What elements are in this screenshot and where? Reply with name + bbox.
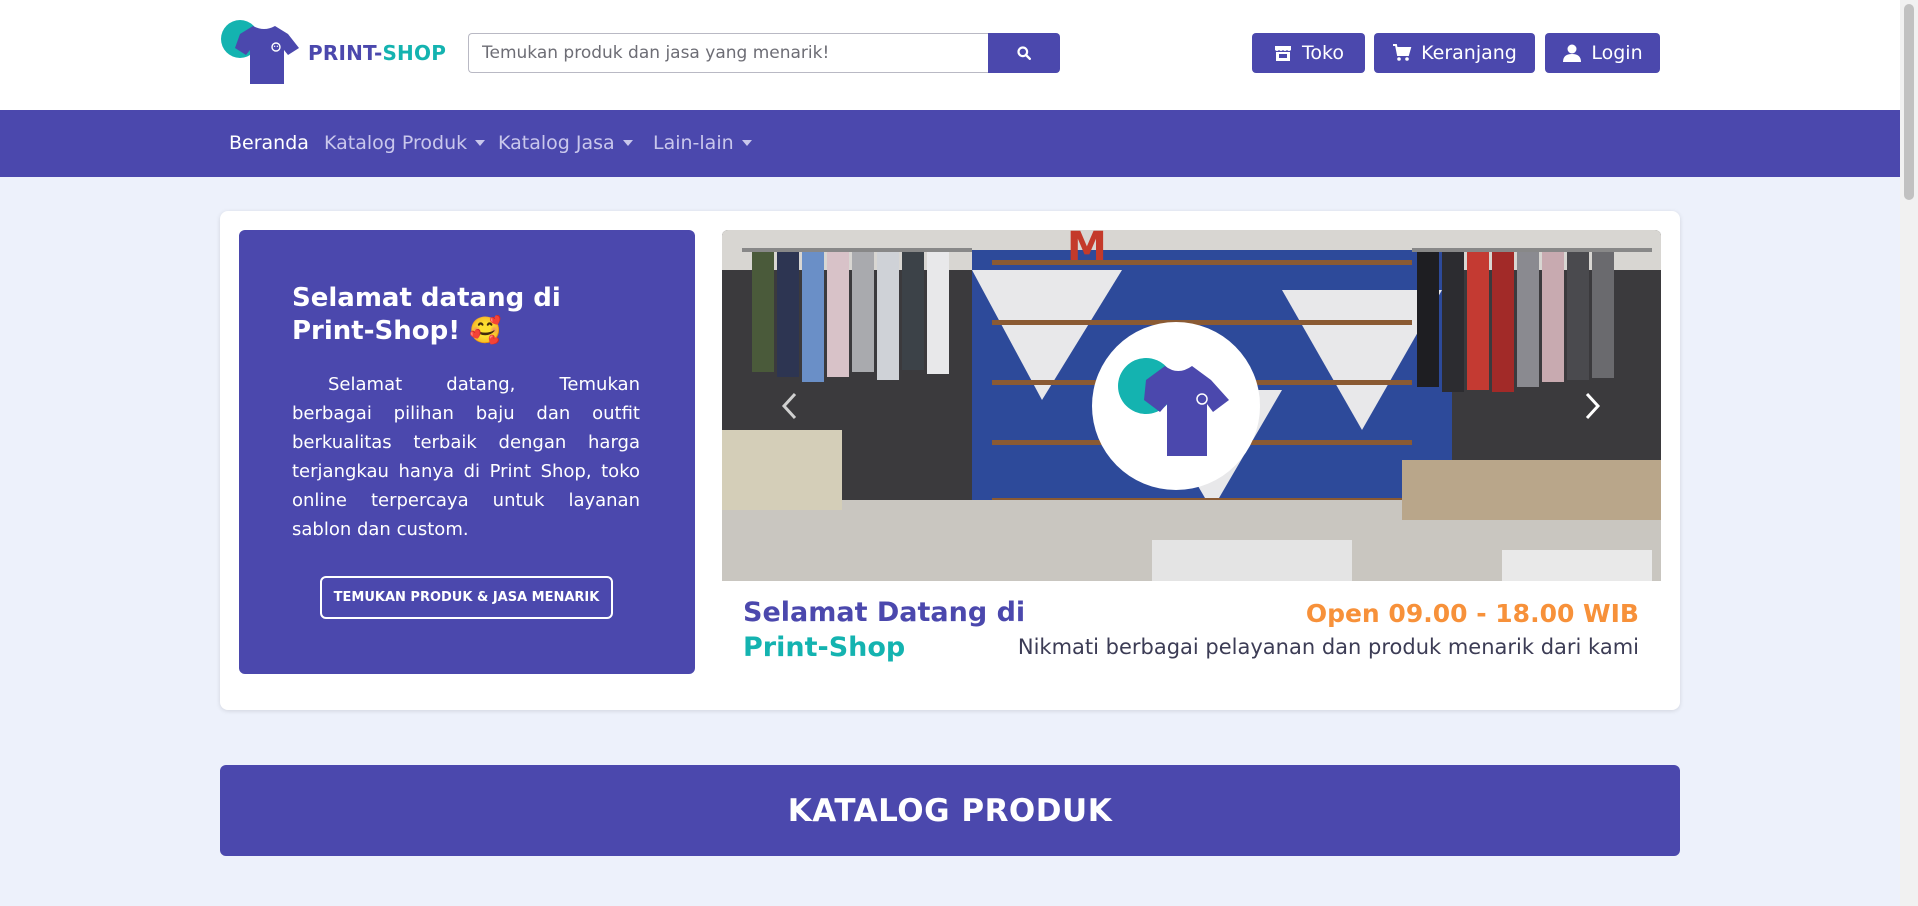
logo-text-print: PRINT- [308,41,383,65]
nav-item-label: Beranda [229,132,309,154]
logo-text: PRINT-SHOP [308,41,446,65]
top-header: PRINT-SHOP Toko Keranjang [0,0,1900,110]
logo-text-shop: SHOP [382,41,447,65]
carousel-caption-info: Open 09.00 - 18.00 WIB Nikmati berbagai … [1018,599,1639,659]
scrollbar-thumb[interactable] [1904,4,1914,200]
cart-button[interactable]: Keranjang [1374,33,1535,73]
welcome-panel: Selamat datang di Print-Shop! 🥰 Selamat … [239,230,695,674]
caption-line-2: Print-Shop [743,632,906,663]
search-icon [1017,46,1031,60]
store-button-label: Toko [1302,42,1344,64]
page-scrollbar[interactable] [1900,0,1918,906]
search-button[interactable] [988,33,1060,73]
nav-item-label: Lain-lain [653,132,734,154]
chevron-down-icon [622,140,633,146]
welcome-title: Selamat datang di Print-Shop! 🥰 [292,283,561,346]
carousel-prev-button[interactable] [770,386,810,426]
main-navbar: Beranda Katalog Produk Katalog Jasa Lain… [0,110,1900,177]
tshirt-logo-icon [221,20,299,84]
nav-item-label: Katalog Jasa [498,132,615,154]
nav-item-beranda[interactable]: Beranda [229,132,309,154]
opening-hours: Open 09.00 - 18.00 WIB [1305,599,1639,628]
svg-text:M: M [1067,230,1107,270]
carousel-caption-title: Selamat Datang di Print-Shop [743,595,1025,665]
cart-button-label: Keranjang [1421,42,1517,64]
nav-item-katalog-produk[interactable]: Katalog Produk [324,132,486,154]
nav-item-label: Katalog Produk [324,132,468,154]
search-bar [468,33,1060,73]
hero-carousel: M [722,230,1661,581]
store-icon [1275,46,1292,61]
search-input[interactable] [468,33,988,73]
section-katalog-produk: KATALOG PRODUK [220,765,1680,856]
chevron-down-icon [741,140,752,146]
carousel-tagline: Nikmati berbagai pelayanan dan produk me… [1017,635,1639,659]
user-icon [1563,44,1582,62]
nav-item-lain-lain[interactable]: Lain-lain [653,132,752,154]
login-button-label: Login [1591,42,1643,64]
nav-item-katalog-jasa[interactable]: Katalog Jasa [498,132,633,154]
login-button[interactable]: Login [1545,33,1660,73]
chevron-down-icon [475,140,486,146]
chevron-left-icon [781,392,797,420]
cart-icon [1393,44,1412,61]
site-logo[interactable]: PRINT-SHOP [220,20,446,86]
hero-card: Selamat datang di Print-Shop! 🥰 Selamat … [220,211,1680,710]
carousel-next-button[interactable] [1572,386,1612,426]
store-interior-image: M [722,230,1661,581]
explore-button[interactable]: TEMUKAN PRODUK & JASA MENARIK [320,576,613,619]
welcome-text: Selamat datang, Temukan berbagai pilihan… [292,374,640,540]
store-button[interactable]: Toko [1252,33,1365,73]
chevron-right-icon [1585,392,1601,420]
caption-line-1: Selamat Datang di [743,597,1026,628]
